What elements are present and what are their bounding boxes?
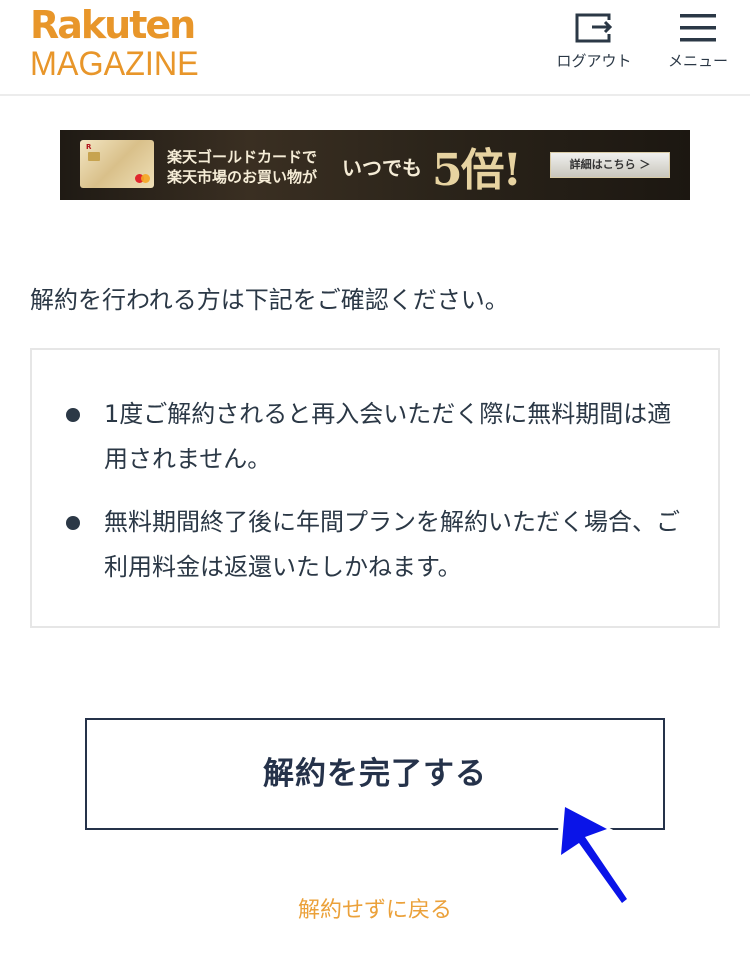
bullet-icon [66, 516, 80, 530]
banner-line1: 楽天ゴールドカードで [167, 148, 318, 166]
return-without-cancel-link[interactable]: 解約せずに戻る [0, 892, 750, 924]
intro-text: 解約を行われる方は下記をご確認ください。 [30, 286, 509, 314]
gold-card-image: R [80, 140, 154, 188]
card-network-circle-orange [141, 174, 150, 183]
bullet-icon [66, 408, 80, 422]
logout-button[interactable]: ログアウト [548, 12, 640, 71]
return-link-text[interactable]: 解約せずに戻る [298, 898, 452, 923]
banner-line2: 楽天市場のお買い物が [167, 168, 318, 186]
logout-icon [575, 13, 613, 43]
logout-label: ログアウト [556, 52, 632, 70]
banner-emphasis: いつでも [342, 156, 422, 180]
menu-button[interactable]: メニュー [662, 12, 734, 71]
banner-multiplier: 5倍! [432, 145, 522, 196]
banner-details-button[interactable]: 詳細はこちら ＞ [550, 152, 670, 178]
notice-text: 無料期間終了後に年間プランを解約いただく場合、ご利用料金は返還いたしかねます。 [104, 508, 680, 581]
logo-rakuten-text: Rakuten [30, 3, 196, 47]
gold-card-banner[interactable]: R 楽天ゴールドカードで 楽天市場のお買い物が いつでも 5倍! 詳細はこちら … [60, 130, 690, 200]
notice-box: 1度ご解約されると再入会いただく際に無料期間は適用されません。 無料期間終了後に… [30, 348, 720, 628]
card-brand-mark: R [86, 143, 92, 151]
rakuten-magazine-logo[interactable]: Rakuten MAGAZINE [30, 4, 208, 82]
logo-magazine-text: MAGAZINE [30, 45, 199, 83]
card-chip [88, 152, 100, 161]
site-header: Rakuten MAGAZINE ログアウト メニュー [0, 0, 750, 96]
notice-text: 1度ご解約されると再入会いただく際に無料期間は適用されません。 [104, 400, 672, 473]
hamburger-menu-icon [680, 14, 716, 42]
menu-label: メニュー [667, 52, 728, 70]
